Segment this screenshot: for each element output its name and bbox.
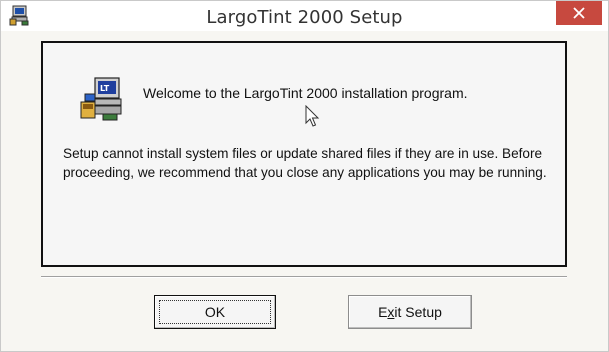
exit-label-rest: it Setup <box>394 304 442 320</box>
ok-button[interactable]: OK <box>154 295 276 329</box>
exit-setup-button[interactable]: Ex it Setup <box>348 295 472 329</box>
focus-rect <box>159 300 271 324</box>
close-icon <box>573 7 585 19</box>
welcome-heading: Welcome to the LargoTint 2000 installati… <box>143 85 468 101</box>
setup-computer-icon: LT <box>79 76 125 122</box>
close-button[interactable] <box>556 1 602 25</box>
title-bar[interactable]: LargoTint 2000 Setup <box>1 1 608 31</box>
exit-label-start: E <box>378 304 388 320</box>
mouse-cursor-icon <box>305 104 321 129</box>
welcome-panel: LT Welcome to the LargoTint 2000 install… <box>41 41 567 267</box>
setup-dialog-window: LargoTint 2000 Setup LT Welcome to the L… <box>0 0 609 352</box>
svg-text:LT: LT <box>100 84 110 93</box>
button-divider <box>41 276 567 278</box>
setup-message: Setup cannot install system files or upd… <box>63 146 547 180</box>
exit-label-accelerator: x <box>387 304 395 320</box>
window-title: LargoTint 2000 Setup <box>206 7 403 28</box>
